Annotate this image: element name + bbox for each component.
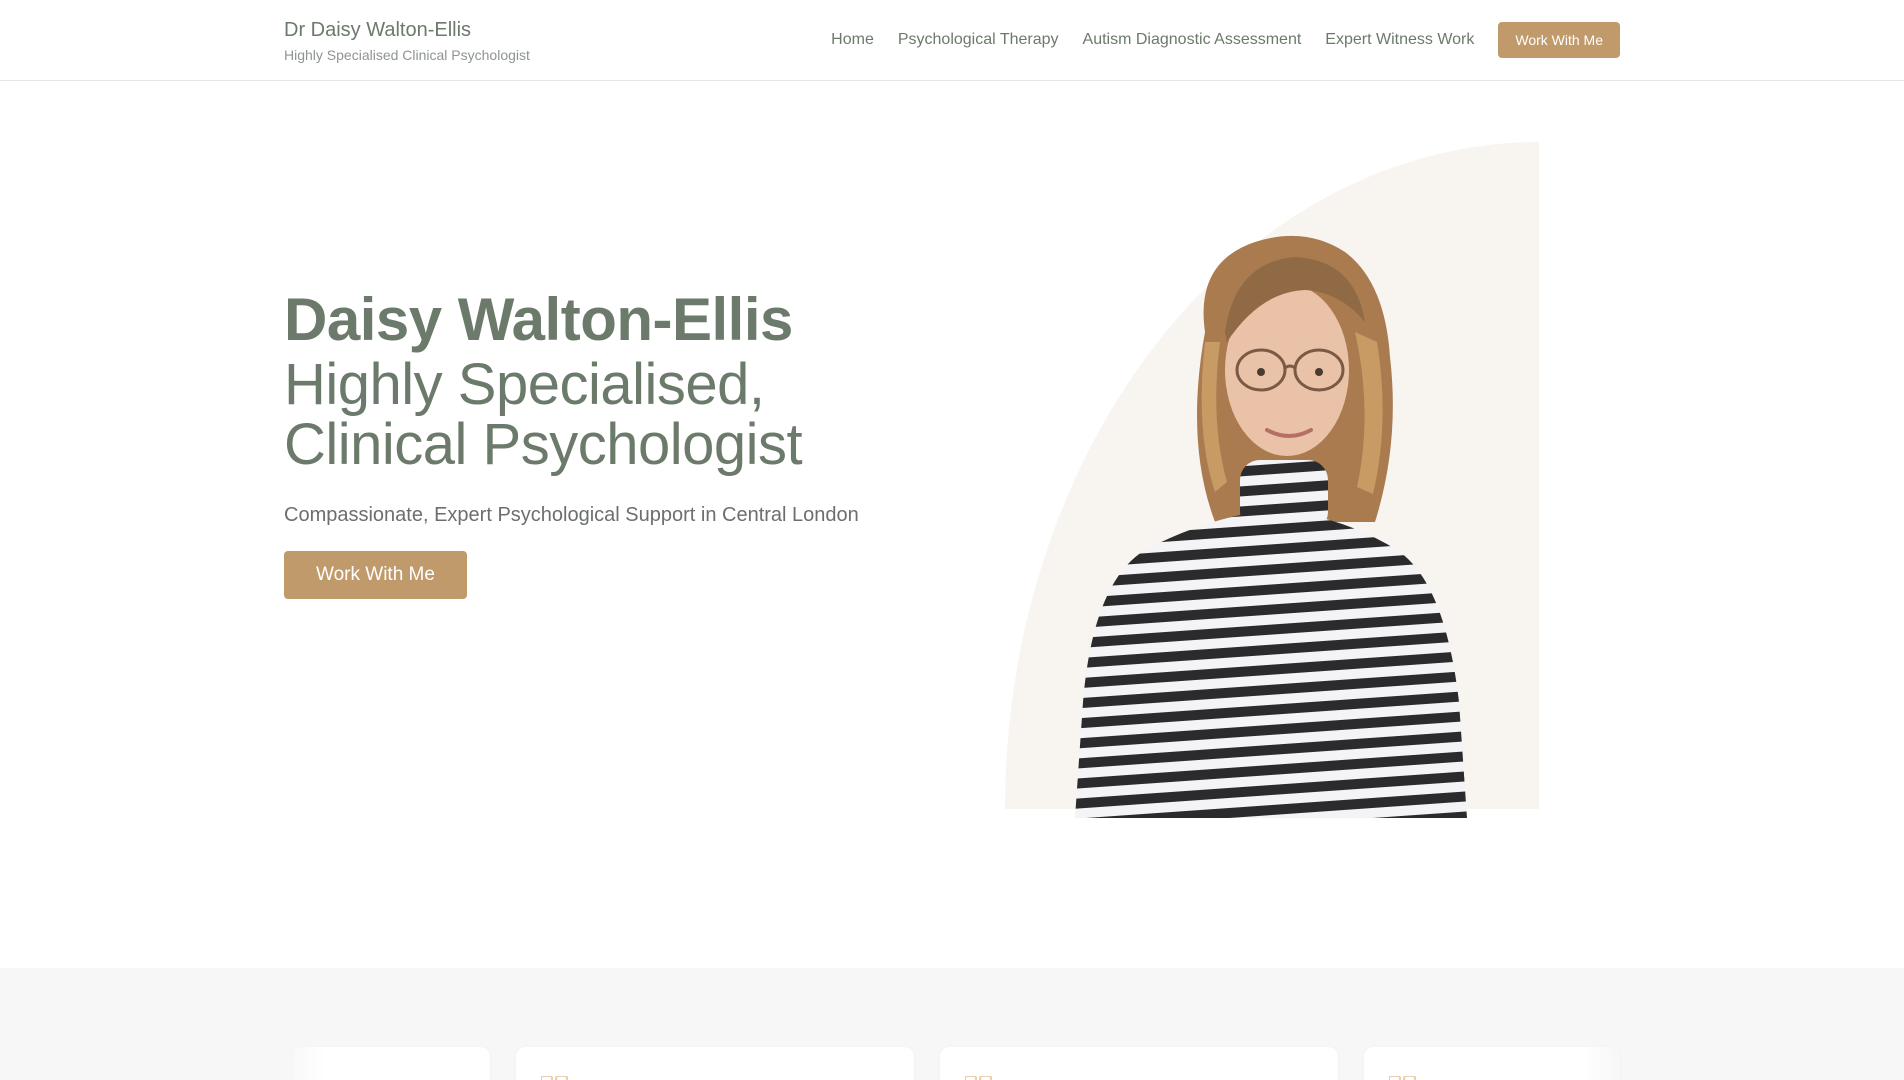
hero-name: Daisy Walton-Ellis [284, 286, 793, 353]
hero-title: Highly Specialised, Clinical Psychologis… [284, 355, 924, 475]
quote-icon [540, 1073, 569, 1080]
hero-text: Daisy Walton-Ellis Highly Specialised, C… [284, 285, 924, 599]
nav-autism-diagnostic-assessment[interactable]: Autism Diagnostic Assessment [1083, 31, 1302, 49]
quote-icon [964, 1073, 993, 1080]
nav-work-with-me-button[interactable]: Work With Me [1498, 22, 1620, 58]
nav-psychological-therapy[interactable]: Psychological Therapy [898, 31, 1059, 49]
brand-subtitle: Highly Specialised Clinical Psychologist [284, 47, 530, 63]
page: Dr Daisy Walton-Ellis Highly Specialised… [0, 0, 1904, 1080]
portrait-photo [1005, 142, 1539, 818]
site-header: Dr Daisy Walton-Ellis Highly Specialised… [0, 0, 1904, 81]
hero-title-line-2: Clinical Psychologist [284, 412, 803, 477]
testimonials-section [0, 968, 1904, 1080]
hero-title-line-1: Highly Specialised, [284, 352, 765, 417]
testimonial-card [940, 1047, 1338, 1080]
main-nav: Home Psychological Therapy Autism Diagno… [831, 22, 1620, 58]
carousel-fade-left [285, 1028, 325, 1080]
nav-home[interactable]: Home [831, 31, 874, 49]
testimonial-card [516, 1047, 914, 1080]
carousel-fade-right [1580, 1028, 1620, 1080]
brand[interactable]: Dr Daisy Walton-Ellis Highly Specialised… [284, 17, 530, 65]
nav-expert-witness-work[interactable]: Expert Witness Work [1325, 31, 1474, 49]
brand-name: Dr Daisy Walton-Ellis [284, 19, 472, 41]
hero-work-with-me-button[interactable]: Work With Me [284, 551, 467, 599]
quote-icon [1388, 1073, 1417, 1080]
hero-tagline: Compassionate, Expert Psychological Supp… [284, 504, 859, 526]
